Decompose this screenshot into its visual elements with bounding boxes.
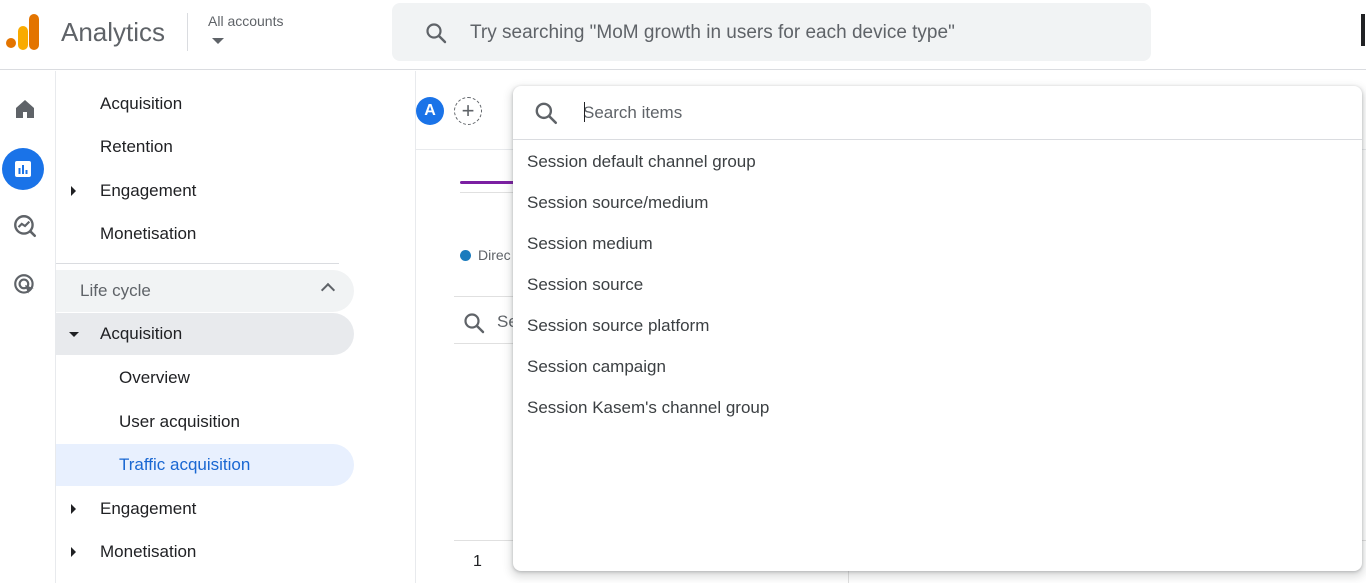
dropdown-option[interactable]: Session source/medium xyxy=(513,182,1362,223)
collection-label: Life cycle xyxy=(80,281,151,300)
search-icon xyxy=(426,23,447,44)
sidebar-item-overview[interactable]: Overview xyxy=(56,357,354,399)
sidebar-item-engagement[interactable]: Engagement xyxy=(56,170,354,212)
sidebar-topic-monetisation[interactable]: Monetisation xyxy=(56,531,354,573)
top-bar: Analytics All accounts Try searching "Mo… xyxy=(0,0,1366,70)
dropdown-option[interactable]: Session source xyxy=(513,264,1362,305)
sidebar-item-label: User acquisition xyxy=(119,412,240,431)
dropdown-option[interactable]: Session medium xyxy=(513,223,1362,264)
sidebar-item-label: Overview xyxy=(119,368,190,387)
dropdown-option[interactable]: Session source platform xyxy=(513,305,1362,346)
accounts-selector[interactable]: All accounts xyxy=(208,13,283,29)
caret-down-icon xyxy=(69,332,79,337)
sidebar-item-label: Acquisition xyxy=(100,94,183,113)
dropdown-option[interactable]: Session default channel group xyxy=(513,141,1362,182)
search-items-input[interactable] xyxy=(583,99,1283,127)
table-row-number: 1 xyxy=(473,553,482,570)
sidebar-item-label: Engagement xyxy=(100,181,197,200)
caret-right-icon xyxy=(71,504,76,514)
reports-icon xyxy=(15,161,31,177)
reports-sidebar: Acquisition Retention Engagement Monetis… xyxy=(56,71,416,583)
search-icon xyxy=(535,102,558,125)
sidebar-item-label: Monetisation xyxy=(100,224,197,243)
sidebar-item-traffic-acquisition[interactable]: Traffic acquisition xyxy=(56,444,354,486)
chevron-up-icon xyxy=(320,282,336,298)
sidebar-item-label: Engagement xyxy=(100,499,197,518)
sidebar-topic-acquisition[interactable]: Acquisition xyxy=(56,313,354,355)
rail-home[interactable] xyxy=(5,89,45,129)
sidebar-item-label: Retention xyxy=(100,137,173,156)
sidebar-item-monetisation[interactable]: Monetisation xyxy=(56,213,354,255)
caret-right-icon xyxy=(71,547,76,557)
dropdown-search xyxy=(513,86,1362,140)
segment-avatar[interactable]: A xyxy=(416,97,444,125)
sidebar-item-label: Monetisation xyxy=(100,542,197,561)
search-icon[interactable] xyxy=(462,311,486,335)
analytics-app: Analytics All accounts Try searching "Mo… xyxy=(0,0,1366,583)
dropdown-option[interactable]: Session campaign xyxy=(513,346,1362,387)
advertising-icon xyxy=(14,274,34,294)
sidebar-topic-engagement[interactable]: Engagement xyxy=(56,488,354,530)
sidebar-item-label: Traffic acquisition xyxy=(119,455,251,474)
caret-right-icon xyxy=(71,186,76,196)
sidebar-item-label: Acquisition xyxy=(100,324,183,343)
sidebar-item-acquisition[interactable]: Acquisition xyxy=(56,83,354,125)
legend-dot xyxy=(460,250,471,261)
chart-baseline xyxy=(460,192,520,193)
text-cursor xyxy=(584,102,585,122)
chevron-down-icon[interactable] xyxy=(212,38,224,44)
chart-line-series xyxy=(460,181,516,184)
dimension-picker-dropdown: Session default channel group Session so… xyxy=(513,86,1362,571)
top-search-bar[interactable]: Try searching "MoM growth in users for e… xyxy=(392,3,1151,61)
analytics-logo-icon[interactable] xyxy=(6,14,40,50)
legend-label: Direc xyxy=(478,247,511,263)
app-title: Analytics xyxy=(61,17,166,47)
edge-icon xyxy=(1361,14,1365,46)
rail-advertising[interactable] xyxy=(5,265,45,305)
explore-icon xyxy=(14,215,37,238)
top-search-placeholder: Try searching "MoM growth in users for e… xyxy=(470,22,955,43)
rail-reports[interactable] xyxy=(2,148,44,190)
home-icon xyxy=(16,100,34,118)
sidebar-collection-lifecycle[interactable]: Life cycle xyxy=(56,270,354,312)
header-divider xyxy=(187,13,188,51)
rail-explore[interactable] xyxy=(5,206,45,246)
dropdown-option[interactable]: Session Kasem's channel group xyxy=(513,387,1362,428)
sidebar-divider xyxy=(56,263,339,264)
add-comparison-button[interactable]: + xyxy=(454,97,482,125)
sidebar-item-user-acquisition[interactable]: User acquisition xyxy=(56,401,354,443)
left-rail xyxy=(0,71,56,583)
sidebar-item-retention[interactable]: Retention xyxy=(56,126,354,168)
